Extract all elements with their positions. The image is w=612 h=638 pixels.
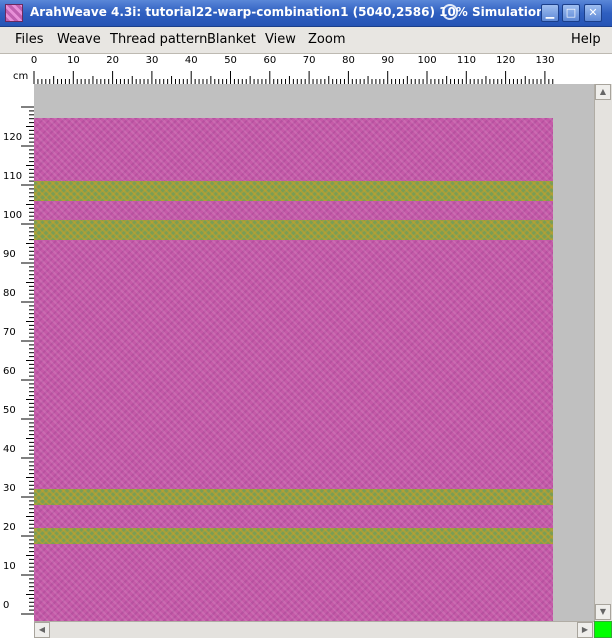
ruler-label-top: 50 [224, 55, 237, 66]
ruler-label-top: 70 [302, 55, 316, 66]
ruler-label-left: 110 [3, 171, 23, 182]
menu-blanket[interactable]: Blanket [207, 32, 256, 47]
ruler-corner [0, 622, 34, 638]
vertical-ruler-ticks [21, 106, 34, 615]
ruler-label-left: 10 [3, 561, 16, 572]
simulation-canvas[interactable] [34, 84, 594, 622]
menu-files[interactable]: Files [15, 32, 44, 47]
maximize-button[interactable]: □ [562, 4, 580, 22]
ruler-label-top: 10 [67, 55, 80, 66]
ruler-label-top: 90 [381, 55, 395, 66]
scroll-down-button[interactable]: ▼ [595, 604, 611, 620]
ruler-label-top: 80 [342, 55, 355, 66]
scroll-left-button[interactable]: ◀ [34, 622, 50, 638]
status-indicator [594, 621, 612, 638]
ruler-label-top: 30 [145, 55, 159, 66]
ruler-label-left: 60 [3, 366, 16, 377]
ruler-label-top: 60 [263, 55, 277, 66]
horizontal-scrollbar[interactable]: ◀ ▶ [34, 621, 594, 638]
ruler-label-left: 20 [3, 522, 16, 533]
title-bar: ArahWeave 4.3i: tutorial22-warp-combinat… [0, 0, 612, 27]
horizontal-ruler: cm 0 10 20 30 40 50 60 70 80 90 100 110 120 130 [0, 54, 612, 84]
fabric-stripe [34, 489, 553, 505]
fabric-stripe [34, 181, 553, 201]
ruler-label-top: 130 [535, 55, 555, 66]
ruler-label-left: 40 [3, 444, 16, 455]
vertical-scrollbar[interactable]: ▲ ▼ [594, 84, 612, 621]
ruler-label-top: 20 [106, 55, 120, 66]
menu-bar: Files Weave Thread pattern Blanket View … [0, 27, 612, 54]
minimize-button[interactable]: ▁ [541, 4, 559, 22]
window-title: ArahWeave 4.3i: tutorial22-warp-combinat… [30, 5, 558, 19]
ruler-label-top: 0 [30, 55, 38, 66]
ruler-label-left: 80 [3, 288, 16, 299]
close-button[interactable]: ✕ [584, 4, 602, 22]
ruler-label-left: 0 [3, 600, 10, 611]
ruler-label-left: 120 [3, 132, 23, 143]
fabric-stripe [34, 220, 553, 240]
menu-view[interactable]: View [265, 32, 296, 47]
ruler-label-left: 100 [3, 210, 23, 221]
scroll-right-button[interactable]: ▶ [577, 622, 593, 638]
ruler-label-top: 40 [184, 55, 198, 66]
ruler-label-left: 70 [3, 327, 16, 338]
ruler-unit-label: cm [13, 71, 29, 82]
fabric-stripe [34, 528, 553, 544]
menu-weave[interactable]: Weave [57, 32, 101, 47]
ruler-label-left: 30 [3, 483, 16, 494]
menu-zoom[interactable]: Zoom [308, 32, 345, 47]
ruler-label-top: 120 [496, 55, 516, 66]
ruler-label-top: 110 [456, 55, 476, 66]
app-icon[interactable] [5, 4, 23, 22]
scroll-up-button[interactable]: ▲ [595, 84, 611, 100]
fabric-simulation[interactable] [34, 118, 553, 622]
ruler-label-left: 90 [3, 249, 16, 260]
menu-thread-pattern[interactable]: Thread pattern [110, 32, 207, 47]
ruler-label-top: 100 [417, 55, 437, 66]
ruler-label-left: 50 [3, 405, 16, 416]
menu-help[interactable]: Help [571, 32, 601, 47]
vertical-ruler: 0 10 20 30 40 50 60 70 80 90 100 110 120 [0, 84, 34, 622]
swirl-icon [442, 4, 458, 20]
